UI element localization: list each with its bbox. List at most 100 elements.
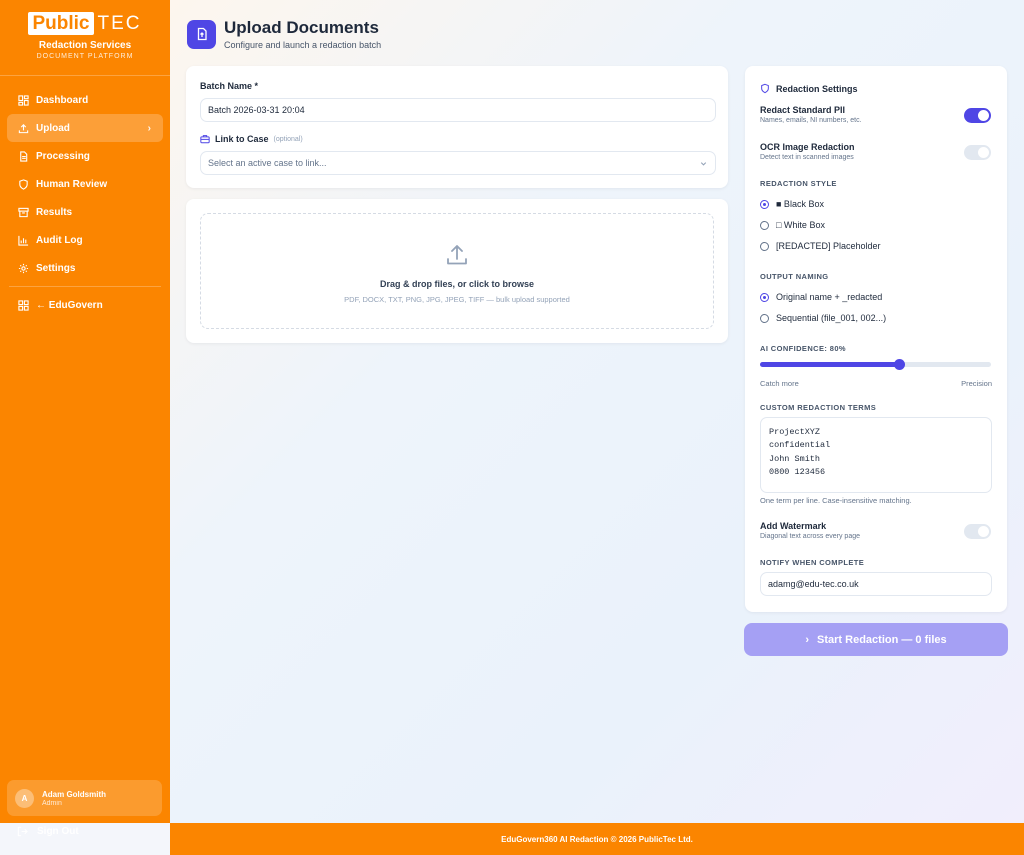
naming-heading: OUTPUT NAMING <box>760 272 829 281</box>
ocr-setting: OCR Image Redaction Detect text in scann… <box>760 142 855 161</box>
brand: Public TEC Redaction Services DOCUMENT P… <box>0 0 170 76</box>
slider-fill <box>760 362 899 367</box>
pii-desc: Names, emails, NI numbers, etc. <box>760 117 862 124</box>
start-redaction-label: Start Redaction — 0 files <box>817 633 947 646</box>
sidebar-item-label: Dashboard <box>36 94 89 106</box>
chevron-right-icon: › <box>147 122 151 134</box>
watermark-desc: Diagonal text across every page <box>760 533 860 540</box>
sidebar-nav: Dashboard Upload › Processing Human Revi… <box>0 76 170 319</box>
watermark-toggle[interactable] <box>964 524 991 539</box>
naming-option-sequential[interactable]: Sequential (file_001, 002...) <box>760 313 886 323</box>
bar-chart-icon <box>17 234 29 246</box>
terms-hint: One term per line. Case-insensitive matc… <box>760 496 912 505</box>
sidebar-item-settings[interactable]: Settings <box>7 254 163 282</box>
sidebar-item-label: Settings <box>36 262 76 274</box>
redaction-settings-card: Redaction Settings Redact Standard PII N… <box>745 66 1007 612</box>
watermark-title: Add Watermark <box>760 521 827 531</box>
pii-title: Redact Standard PII <box>760 105 846 115</box>
optional-hint: (optional) <box>273 135 303 143</box>
sidebar-item-processing[interactable]: Processing <box>7 142 163 170</box>
confidence-slider[interactable] <box>760 359 991 370</box>
sign-out-button[interactable]: Sign Out <box>17 826 79 837</box>
radio-button[interactable] <box>760 313 769 323</box>
sidebar-item-label: Processing <box>36 150 90 162</box>
upload-cloud-icon <box>201 242 713 273</box>
sidebar: Public TEC Redaction Services DOCUMENT P… <box>0 0 170 837</box>
notify-heading: NOTIFY WHEN COMPLETE <box>760 558 865 567</box>
sidebar-item-dashboard[interactable]: Dashboard <box>7 86 163 114</box>
ocr-desc: Detect text in scanned images <box>760 154 854 161</box>
page-subtitle: Configure and launch a redaction batch <box>224 40 382 50</box>
style-option-label: [REDACTED] Placeholder <box>776 241 881 251</box>
slider-max-label: Precision <box>961 379 992 388</box>
style-option-black-box[interactable]: ■ Black Box <box>760 199 824 209</box>
link-case-label: Link to Case <box>215 134 269 144</box>
pii-setting: Redact Standard PII Names, emails, NI nu… <box>760 105 862 124</box>
batch-name-input[interactable]: Batch 2026-03-31 20:04 <box>200 98 716 122</box>
sidebar-item-label: Audit Log <box>36 234 83 246</box>
radio-button[interactable] <box>760 220 769 230</box>
sidebar-item-label: Human Review <box>36 178 108 190</box>
sidebar-item-upload[interactable]: Upload › <box>7 114 163 142</box>
radio-button[interactable] <box>760 292 769 302</box>
settings-header: Redaction Settings <box>760 83 858 94</box>
sidebar-divider <box>9 286 161 287</box>
sidebar-item-back-edugovern[interactable]: ← EduGovern <box>7 291 163 319</box>
style-option-placeholder[interactable]: [REDACTED] Placeholder <box>760 241 881 251</box>
style-heading: REDACTION STYLE <box>760 179 837 188</box>
user-role: Admin <box>42 799 62 807</box>
case-select-placeholder: Select an active case to link... <box>208 158 327 168</box>
footer-text: EduGovern360 AI Redaction © 2026 PublicT… <box>501 834 693 844</box>
main-content: Upload Documents Configure and launch a … <box>170 0 1024 823</box>
notify-email-input[interactable]: adamg@edu-tec.co.uk <box>760 572 992 596</box>
radio-button[interactable] <box>760 199 769 209</box>
sign-out-icon <box>17 826 28 837</box>
archive-icon <box>17 206 29 218</box>
custom-terms-textarea[interactable]: ProjectXYZ confidential John Smith 0800 … <box>760 417 992 493</box>
batch-name-label: Batch Name * <box>200 81 259 91</box>
shield-icon <box>760 83 770 94</box>
terms-heading: CUSTOM REDACTION TERMS <box>760 403 877 412</box>
chevron-down-icon <box>699 159 708 168</box>
settings-title: Redaction Settings <box>776 83 858 94</box>
upload-icon <box>17 122 29 134</box>
upload-card: Drag & drop files, or click to browse PD… <box>186 199 728 343</box>
batch-card: Batch Name * Batch 2026-03-31 20:04 Link… <box>186 66 728 188</box>
footer: EduGovern360 AI Redaction © 2026 PublicT… <box>170 823 1024 855</box>
sidebar-item-label: ← EduGovern <box>36 299 103 311</box>
user-name: Adam Goldsmith <box>42 789 107 799</box>
briefcase-icon <box>200 134 210 144</box>
brand-subtitle: DOCUMENT PLATFORM <box>36 53 134 60</box>
chevron-right-icon: › <box>805 633 810 646</box>
sidebar-item-audit-log[interactable]: Audit Log <box>7 226 163 254</box>
slider-thumb[interactable] <box>893 359 905 370</box>
file-dropzone[interactable]: Drag & drop files, or click to browse PD… <box>200 213 714 329</box>
naming-option-label: Original name + _redacted <box>776 292 883 302</box>
gear-icon <box>17 262 29 274</box>
naming-option-original[interactable]: Original name + _redacted <box>760 292 882 302</box>
ocr-toggle[interactable] <box>964 145 991 160</box>
page-title: Upload Documents <box>224 18 379 37</box>
radio-button[interactable] <box>760 241 769 251</box>
style-option-white-box[interactable]: □ White Box <box>760 220 825 230</box>
user-card[interactable]: A Adam Goldsmith Admin <box>7 780 162 816</box>
slider-min-label: Catch more <box>760 379 799 388</box>
sidebar-item-results[interactable]: Results <box>7 198 163 226</box>
logo-tec-text: TEC <box>97 13 142 34</box>
page-header: Upload Documents Configure and launch a … <box>187 18 381 50</box>
watermark-setting: Add Watermark Diagonal text across every… <box>760 521 860 540</box>
publictec-logo[interactable]: Public TEC <box>28 12 141 35</box>
style-option-label: □ White Box <box>776 220 825 230</box>
dropzone-title: Drag & drop files, or click to browse <box>379 279 535 289</box>
sign-out-label: Sign Out <box>37 826 79 837</box>
start-redaction-button[interactable]: › Start Redaction — 0 files <box>744 623 1008 656</box>
logo-public-text: Public <box>28 12 94 35</box>
sidebar-item-human-review[interactable]: Human Review <box>7 170 163 198</box>
style-option-label: ■ Black Box <box>776 199 824 209</box>
pii-toggle[interactable] <box>964 108 991 123</box>
brand-title: Redaction Services <box>38 40 132 51</box>
file-icon <box>17 150 29 162</box>
upload-file-icon <box>187 19 216 49</box>
case-select[interactable]: Select an active case to link... <box>200 151 716 175</box>
avatar: A <box>15 788 34 808</box>
